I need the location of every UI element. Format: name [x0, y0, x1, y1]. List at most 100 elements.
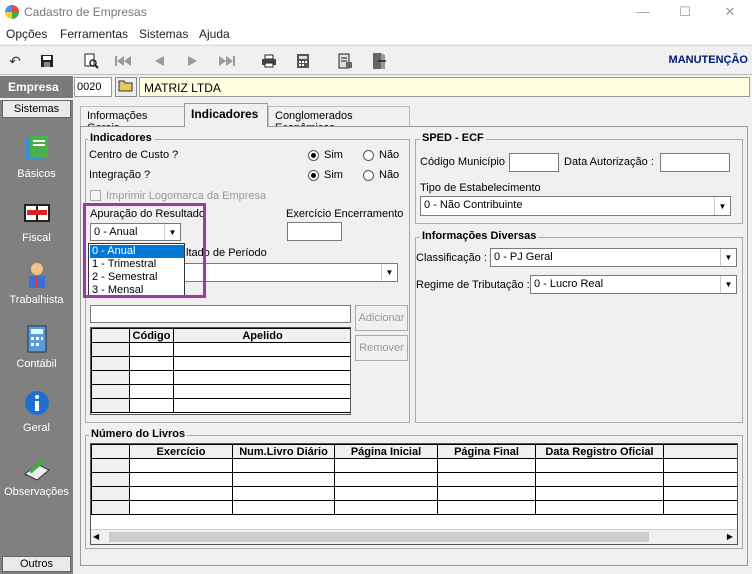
regime-value: 0 - Lucro Real	[534, 278, 604, 290]
indicadores-title: Indicadores	[88, 132, 154, 144]
calculator-icon	[27, 325, 46, 353]
menu-ferramentas[interactable]: Ferramentas	[60, 27, 128, 41]
integracao-sim-label: Sim	[324, 169, 343, 181]
scroll-left-icon[interactable]: ◀	[93, 532, 99, 541]
integracao-nao-radio[interactable]	[363, 170, 374, 181]
sidebar-item-fiscal[interactable]: Fiscal	[0, 198, 73, 258]
sidebar-item-label: Básicos	[17, 168, 56, 180]
column-header[interactable]: Data Registro Oficial	[535, 444, 664, 459]
table-row[interactable]	[91, 384, 350, 399]
maximize-button[interactable]: ☐	[670, 3, 700, 21]
folder-open-icon[interactable]	[115, 77, 137, 97]
column-header[interactable]: Página Final	[437, 444, 536, 459]
horizontal-scrollbar[interactable]: ◀ ▶	[91, 529, 737, 544]
books-icon	[25, 136, 48, 160]
next-icon[interactable]	[182, 50, 204, 72]
column-header[interactable]: Num.Livro Diário	[232, 444, 335, 459]
regime-label: Regime de Tributação :	[416, 279, 530, 291]
exercicio-field[interactable]	[287, 222, 342, 241]
table-row[interactable]	[91, 398, 350, 413]
regime-select[interactable]: 0 - Lucro Real ▼	[530, 275, 737, 294]
livros-input[interactable]	[90, 305, 351, 323]
sidebar-footer[interactable]: Outros	[2, 556, 71, 572]
main-panel: Informações Gerais Indicadores Conglomer…	[76, 100, 752, 574]
column-header[interactable]: Código	[129, 328, 174, 343]
last-icon[interactable]	[216, 50, 238, 72]
centro-custo-sim-radio[interactable]	[308, 150, 319, 161]
table-row[interactable]	[91, 486, 737, 501]
column-header[interactable]: Página Inicial	[334, 444, 438, 459]
sidebar-item-label: Geral	[23, 422, 50, 434]
row-indicator	[91, 328, 130, 343]
column-header[interactable]: Exercício	[129, 444, 233, 459]
sidebar-item-observacoes[interactable]: Observações	[0, 452, 73, 512]
chevron-down-icon[interactable]: ▼	[714, 197, 730, 215]
menu-bar: Opções Ferramentas Sistemas Ajuda	[0, 24, 752, 44]
close-button[interactable]: ✕	[715, 3, 745, 21]
menu-ajuda[interactable]: Ajuda	[199, 27, 230, 41]
chevron-down-icon[interactable]: ▼	[720, 276, 736, 293]
table-row[interactable]	[91, 458, 737, 473]
numero-livros-grid[interactable]: Exercício Num.Livro Diário Página Inicia…	[90, 443, 738, 545]
column-header[interactable]: Nu	[663, 444, 737, 459]
chevron-down-icon[interactable]: ▼	[381, 264, 397, 281]
grid-header-row: Código Apelido	[91, 328, 350, 343]
preview-icon[interactable]	[80, 50, 102, 72]
sidebar-item-trabalhista[interactable]: Trabalhista	[0, 260, 73, 320]
mode-label: MANUTENÇÃO	[668, 54, 748, 66]
tab-informacoes-gerais[interactable]: Informações Gerais	[80, 106, 186, 134]
scrollbar-thumb[interactable]	[109, 532, 649, 542]
centro-custo-nao-radio[interactable]	[363, 150, 374, 161]
table-row[interactable]	[91, 472, 737, 487]
empresa-code-field[interactable]: 0020	[74, 77, 112, 97]
sped-title: SPED - ECF	[420, 132, 486, 144]
menu-opcoes[interactable]: Opções	[6, 27, 47, 41]
undo-icon[interactable]: ↶	[4, 50, 26, 72]
toolbar: ↶ MANUTENÇÃO	[0, 45, 752, 75]
table-row[interactable]	[91, 342, 350, 357]
integracao-nao-label: Não	[379, 169, 400, 181]
diversas-title: Informações Diversas	[420, 230, 539, 242]
menu-sistemas[interactable]: Sistemas	[139, 27, 188, 41]
prev-icon[interactable]	[148, 50, 170, 72]
integracao-label: Integração ?	[89, 169, 151, 181]
first-icon[interactable]	[112, 50, 134, 72]
codigo-municipio-field[interactable]	[509, 153, 559, 172]
calculator-icon[interactable]	[292, 50, 314, 72]
report-icon[interactable]	[334, 50, 356, 72]
column-header[interactable]: Apelido	[173, 328, 350, 343]
table-row[interactable]	[91, 356, 350, 371]
sidebar-item-basicos[interactable]: Básicos	[0, 134, 73, 194]
minimize-button[interactable]: —	[628, 3, 658, 21]
exit-icon[interactable]	[368, 50, 390, 72]
tab-conglomerados[interactable]: Conglomerados Econômicos	[268, 106, 410, 134]
integracao-sim-radio[interactable]	[308, 170, 319, 181]
centro-custo-label: Centro de Custo ?	[89, 149, 179, 161]
empresa-name-field[interactable]: MATRIZ LTDA	[139, 77, 750, 97]
livros-grid[interactable]: Código Apelido	[90, 327, 351, 415]
remover-button[interactable]: Remover	[355, 335, 408, 361]
row-indicator	[91, 444, 130, 459]
tab-indicadores[interactable]: Indicadores	[184, 103, 268, 127]
sidebar-item-geral[interactable]: Geral	[0, 388, 73, 448]
tab-page-indicadores: Indicadores Centro de Custo ? Sim Não In…	[80, 126, 748, 566]
sidebar-item-label: Contábil	[16, 358, 57, 370]
centro-custo-sim-label: Sim	[324, 149, 343, 161]
table-row[interactable]	[91, 370, 350, 385]
sidebar: Sistemas Básicos Fiscal Trabalhista Cont…	[0, 100, 73, 574]
sidebar-header[interactable]: Sistemas	[2, 100, 71, 118]
chevron-down-icon[interactable]: ▼	[720, 249, 736, 266]
tipo-estabelecimento-select[interactable]: 0 - Não Contribuinte ▼	[420, 196, 731, 216]
scroll-right-icon[interactable]: ▶	[727, 532, 733, 541]
print-icon[interactable]	[258, 50, 280, 72]
tipo-estabelecimento-label: Tipo de Estabelecimento	[420, 182, 541, 194]
classificacao-select[interactable]: 0 - PJ Geral ▼	[490, 248, 737, 267]
adicionar-button[interactable]: Adicionar	[355, 305, 408, 331]
sidebar-item-contabil[interactable]: Contábil	[0, 324, 73, 384]
classificacao-label: Classificação :	[416, 252, 487, 264]
imprimir-logo-checkbox[interactable]	[90, 190, 101, 201]
numero-livros-title: Número do Livros	[89, 428, 188, 440]
table-row[interactable]	[91, 500, 737, 515]
data-autorizacao-field[interactable]	[660, 153, 730, 172]
save-icon[interactable]	[36, 50, 58, 72]
